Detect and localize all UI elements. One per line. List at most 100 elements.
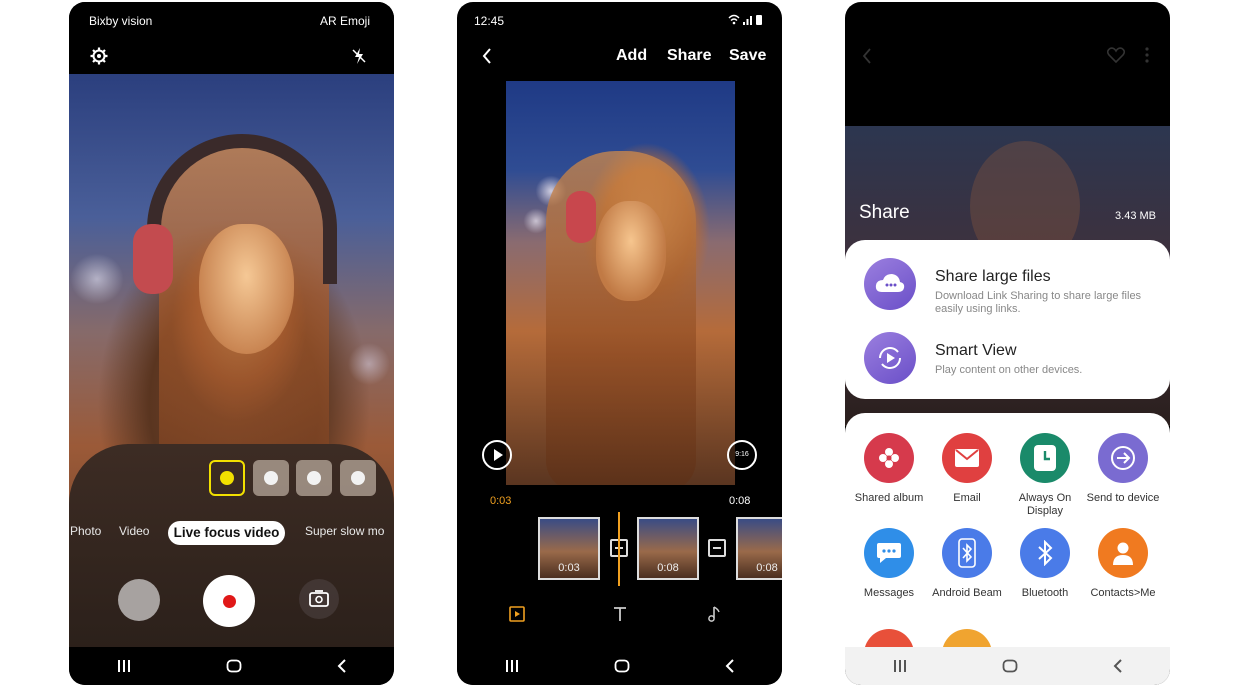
save-button[interactable]: Save [729,47,766,65]
option-title: Smart View [935,342,1017,359]
home-icon[interactable] [226,659,242,673]
share-apps-card: Shared album Email Always On Display Sen… [845,413,1170,679]
nav-bar [69,647,394,685]
option-subtitle: Download Link Sharing to share large fil… [935,290,1142,315]
app-label: Contacts>Me [1090,587,1156,599]
share-options-card: Share large files Download Link Sharing … [845,240,1170,399]
recents-icon[interactable] [893,660,907,672]
clip-thumbnail[interactable]: 0:08 [637,517,699,580]
mode-video[interactable]: Video [119,524,149,538]
video-clip-tool-icon[interactable] [509,606,525,622]
music-tool-icon[interactable] [707,606,721,622]
time-total: 0:08 [729,495,751,507]
bixby-vision-button[interactable]: Bixby vision [89,14,152,28]
play-icon [494,449,503,461]
effect-spin-button[interactable] [296,460,332,496]
gallery-thumbnail[interactable] [118,579,160,621]
record-dot-icon [223,595,236,608]
subject-face [199,224,294,354]
effect-dot-icon [351,471,365,485]
effect-zoom-button[interactable] [340,460,376,496]
recents-icon[interactable] [505,660,519,672]
link-sharing-icon [864,258,916,310]
back-icon[interactable] [337,659,347,673]
back-arrow-icon[interactable] [862,48,872,64]
switch-camera-button[interactable] [299,579,339,619]
envelope-icon [942,433,992,483]
nav-bar [457,647,782,685]
chat-glyph [877,543,901,563]
chat-icon [864,528,914,578]
headphone-cup [566,191,596,243]
effect-dot-icon [307,471,321,485]
transition-button[interactable] [708,539,726,557]
person-icon [1098,528,1148,578]
aspect-ratio-button[interactable]: 9:16 [727,440,757,470]
bluetooth-icon [942,528,992,578]
file-size: 3.43 MB [1115,210,1156,222]
headphone-cup [133,224,173,294]
play-circle-icon [879,347,901,369]
play-button[interactable] [482,440,512,470]
option-title: Share large files [935,268,1051,285]
mode-super-slow-mo[interactable]: Super slow mo [305,524,384,538]
clip-duration: 0:03 [558,562,580,574]
cloud-icon [875,274,905,292]
bluetooth-icon [1020,528,1070,578]
share-button[interactable]: Share [667,47,711,65]
playhead[interactable] [618,512,620,586]
mode-photo[interactable]: Photo [70,524,101,538]
mode-live-focus-video[interactable]: Live focus video [168,521,285,545]
back-icon[interactable] [1113,659,1123,673]
send-glyph [1111,446,1135,470]
text-tool-icon[interactable] [612,606,628,622]
home-icon[interactable] [614,659,630,673]
effect-blur-button[interactable] [253,460,289,496]
back-icon[interactable] [725,659,735,673]
effect-dot-icon [220,471,234,485]
clock-glyph [1034,445,1056,471]
option-subtitle: Play content on other devices. [935,364,1083,376]
clip-thumbnail[interactable]: 0:03 [538,517,600,580]
heart-icon[interactable] [1107,47,1125,63]
record-button[interactable] [203,575,255,627]
envelope-glyph [955,449,979,467]
bluetooth-glyph [1038,540,1053,566]
video-preview[interactable] [506,81,735,485]
switch-camera-icon [309,590,329,607]
person-glyph [1113,542,1133,565]
clip-thumbnail[interactable]: 0:08 [736,517,782,580]
app-label: Send to device [1086,492,1160,504]
clock-icon [1020,433,1070,483]
back-arrow-icon[interactable] [482,48,492,64]
home-icon[interactable] [1002,659,1018,673]
status-icons [728,14,762,25]
effect-dot-icon [264,471,278,485]
camera-viewfinder[interactable] [69,74,394,654]
add-button[interactable]: Add [616,47,647,65]
clip-duration: 0:08 [756,562,778,574]
effect-yellow-button[interactable] [209,460,245,496]
flower-icon [864,433,914,483]
more-options-icon[interactable] [1145,47,1149,63]
share-large-files-option[interactable]: Share large files Download Link Sharing … [845,240,1170,316]
subject-face [596,201,666,301]
smart-view-icon [864,332,916,384]
share-screen: Share 3.43 MB Share large files Download… [845,2,1170,685]
status-time: 12:45 [474,14,505,28]
app-label: Bluetooth [1021,587,1069,599]
settings-gear-icon[interactable] [90,47,108,65]
flash-off-icon[interactable] [352,47,366,65]
app-label: Email [953,492,981,504]
app-label: Shared album [854,492,924,504]
smart-view-option[interactable]: Smart View Play content on other devices… [845,324,1170,394]
bluetooth-glyph [958,538,976,568]
ar-emoji-button[interactable]: AR Emoji [320,14,370,28]
send-icon [1098,433,1148,483]
recents-icon[interactable] [117,660,131,672]
camera-top-bar: Bixby vision AR Emoji [69,2,394,74]
nav-bar [845,647,1170,685]
video-editor-screen: 12:45 Add Share Save 9:16 0:03 0:08 0:03… [457,2,782,685]
camera-screen: Bixby vision AR Emoji Photo Video Live f… [69,2,394,685]
time-current: 0:03 [490,495,512,507]
